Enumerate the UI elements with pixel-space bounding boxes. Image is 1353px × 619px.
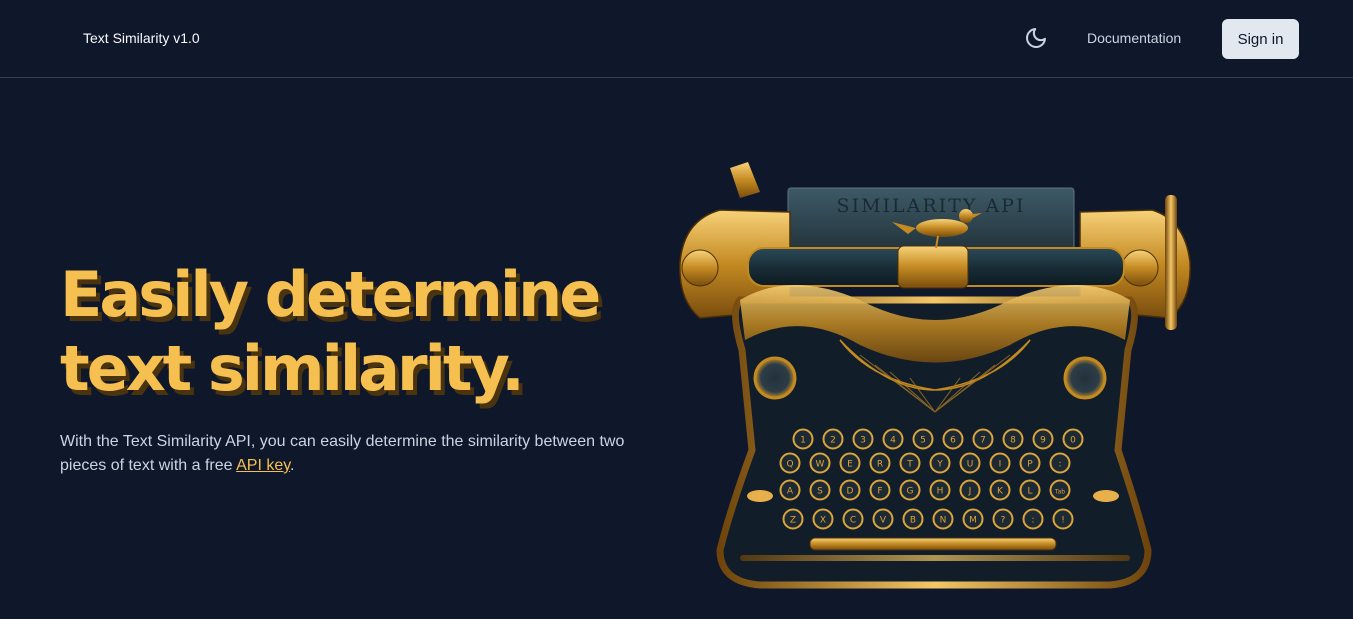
key-label: Z (790, 516, 796, 526)
hero-description-text: With the Text Similarity API, you can ea… (60, 433, 625, 474)
key-label: N (940, 516, 947, 526)
key-label: : (1058, 460, 1061, 470)
key-label: F (877, 487, 882, 497)
brand-link[interactable]: Text Similarity v1.0 (83, 30, 200, 46)
key-label: 5 (920, 436, 926, 446)
key-label: ? (1001, 516, 1006, 526)
key-label: X (820, 516, 826, 526)
key-label: Tab (1054, 489, 1065, 496)
key-label: 8 (1010, 436, 1016, 446)
hero-description-end: . (290, 457, 295, 474)
key-label: L (1027, 487, 1032, 497)
documentation-link[interactable]: Documentation (1087, 30, 1181, 46)
key-label: ! (1061, 516, 1065, 526)
key-label: 6 (950, 436, 956, 446)
right-dial (1063, 356, 1107, 400)
key-label: M (969, 516, 977, 526)
hero-description: With the Text Similarity API, you can ea… (60, 430, 650, 478)
key-label: U (967, 460, 974, 470)
key-label: V (880, 516, 887, 526)
key-label: 7 (980, 436, 986, 446)
key-label: 0 (1070, 436, 1076, 446)
key-label: E (847, 460, 853, 470)
key-label: A (787, 487, 794, 497)
key-label: 2 (830, 436, 836, 446)
key-label: 9 (1040, 436, 1046, 446)
key-label: 1 (800, 436, 806, 446)
left-dial (753, 356, 797, 400)
key-label: G (907, 487, 914, 497)
key-label: 3 (860, 436, 866, 446)
key-label: W (816, 460, 825, 470)
typewriter-illustration: SIMILARITY API 1 2 3 4 5 6 7 8 9 0 Q W E R T Y U I P: A S D F G… (679, 162, 1191, 589)
key-label: D (847, 487, 854, 497)
sign-in-button[interactable]: Sign in (1222, 19, 1299, 59)
key-label: : (1031, 516, 1034, 526)
key-label: I (999, 460, 1002, 470)
key-label: Q (786, 460, 793, 470)
navbar: Text Similarity v1.0 Documentation Sign … (0, 0, 1353, 78)
key-label: C (850, 516, 856, 526)
key-label: Y (936, 460, 943, 470)
key-label: T (906, 460, 913, 470)
hero-title-line-1: Easily determine (60, 258, 601, 331)
space-bar (809, 537, 1057, 551)
api-key-link[interactable]: API key (236, 457, 290, 474)
paper-text: SIMILARITY API (837, 195, 1026, 217)
theme-toggle-button[interactable] (1022, 24, 1050, 52)
key-label: R (877, 460, 883, 470)
key-label: S (817, 487, 823, 497)
key-label: P (1027, 460, 1033, 470)
hero-title-line-2: text similarity. (60, 332, 525, 405)
key-label: B (910, 516, 916, 526)
hero-title: Easily determine text similarity. (60, 258, 680, 406)
key-label: J (968, 487, 972, 497)
key-label: 4 (890, 436, 896, 446)
key-label: H (937, 487, 944, 497)
moon-icon (1026, 28, 1046, 48)
